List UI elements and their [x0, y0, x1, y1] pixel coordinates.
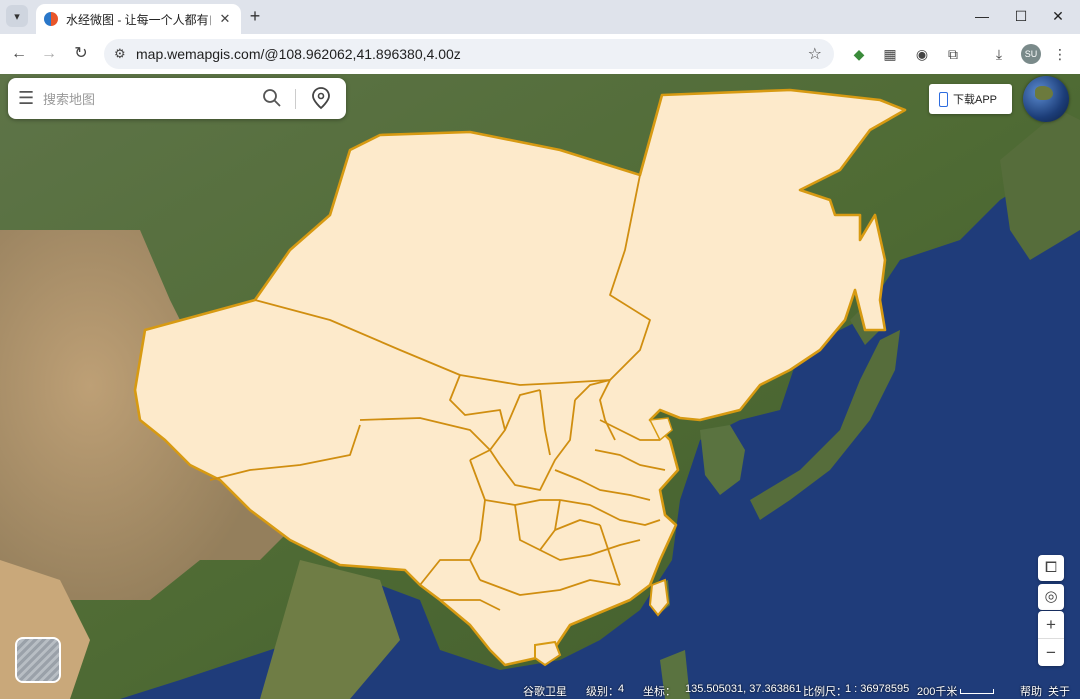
- locate-me-icon[interactable]: ◎: [1038, 584, 1064, 610]
- coordinate-value: 135.505031, 37.363861: [685, 683, 802, 695]
- extensions-puzzle-icon[interactable]: ⧉: [943, 44, 963, 64]
- bookmark-star-icon[interactable]: ☆: [808, 44, 822, 64]
- hamburger-menu-icon[interactable]: ☰: [18, 89, 34, 107]
- forward-arrow-icon[interactable]: →: [38, 43, 60, 65]
- search-divider: [295, 89, 296, 109]
- basemap-name[interactable]: 谷歌卫星: [523, 683, 567, 699]
- site-settings-icon[interactable]: ⚙: [114, 46, 126, 62]
- download-app-button[interactable]: 下载APP: [929, 84, 1012, 114]
- extension-map-icon[interactable]: ◆: [849, 44, 869, 64]
- window-close-icon[interactable]: ✕: [1048, 8, 1068, 25]
- scale-bar-text: 200千米: [917, 686, 958, 698]
- search-input[interactable]: [41, 88, 255, 110]
- zoom-level-value: 4: [618, 683, 625, 695]
- scale-label: 比例尺：: [803, 686, 847, 698]
- new-tab-button[interactable]: +: [246, 6, 264, 26]
- zoom-control: + −: [1038, 611, 1064, 666]
- zoom-out-button[interactable]: −: [1038, 639, 1064, 666]
- extension-reader-icon[interactable]: ▦: [880, 44, 900, 64]
- reload-icon[interactable]: ↻: [70, 43, 92, 65]
- browser-toolbar: ← → ↻ ⚙ map.wemapgis.com/@108.962062,41.…: [0, 34, 1080, 74]
- download-app-label: 下载APP: [953, 94, 998, 106]
- back-arrow-icon[interactable]: ←: [8, 43, 30, 65]
- zoom-in-button[interactable]: +: [1038, 611, 1064, 638]
- browser-menu-icon[interactable]: ⋮: [1050, 44, 1070, 64]
- about-link[interactable]: 关于: [1048, 683, 1070, 699]
- minimize-icon[interactable]: —: [972, 8, 992, 24]
- scale-value: 1 : 36978595: [845, 683, 910, 695]
- satellite-map: [0, 74, 1080, 699]
- layer-switcher-thumbnail[interactable]: [15, 637, 61, 683]
- profile-avatar[interactable]: SU: [1021, 44, 1041, 64]
- location-pin-icon[interactable]: [310, 86, 332, 110]
- address-url[interactable]: map.wemapgis.com/@108.962062,41.896380,4…: [136, 46, 461, 62]
- site-favicon-icon: [44, 12, 58, 26]
- maximize-icon[interactable]: ☐: [1011, 8, 1031, 25]
- zoom-level-label: 级别：: [586, 686, 619, 698]
- address-bar[interactable]: ⚙ map.wemapgis.com/@108.962062,41.896380…: [104, 39, 834, 69]
- screenshot-crop-icon[interactable]: ⧠: [1038, 555, 1064, 581]
- help-link[interactable]: 帮助: [1020, 683, 1042, 699]
- map-viewport[interactable]: ☰ 下载APP ⧠ ◎ + − 谷歌卫星 级别： 4 坐标： 135.50503…: [0, 74, 1080, 699]
- camera-icon[interactable]: ◉: [912, 44, 932, 64]
- download-icon[interactable]: ⤓: [989, 44, 1009, 64]
- browser-tab[interactable]: 水经微图 - 让每一个人都有自己 ✕: [36, 4, 241, 34]
- tab-search-dropdown[interactable]: ▾: [6, 5, 28, 27]
- map-search-box: ☰: [8, 78, 346, 119]
- scale-bar: [960, 689, 994, 694]
- coordinate-label: 坐标：: [643, 686, 676, 698]
- tab-title: 水经微图 - 让每一个人都有自己: [66, 12, 211, 27]
- tab-close-icon[interactable]: ✕: [217, 11, 233, 27]
- tab-bar: ▾ 水经微图 - 让每一个人都有自己 ✕ + — ☐ ✕: [0, 0, 1080, 34]
- phone-icon: [939, 91, 948, 107]
- search-icon[interactable]: [260, 86, 284, 110]
- globe-view-icon[interactable]: [1023, 76, 1069, 122]
